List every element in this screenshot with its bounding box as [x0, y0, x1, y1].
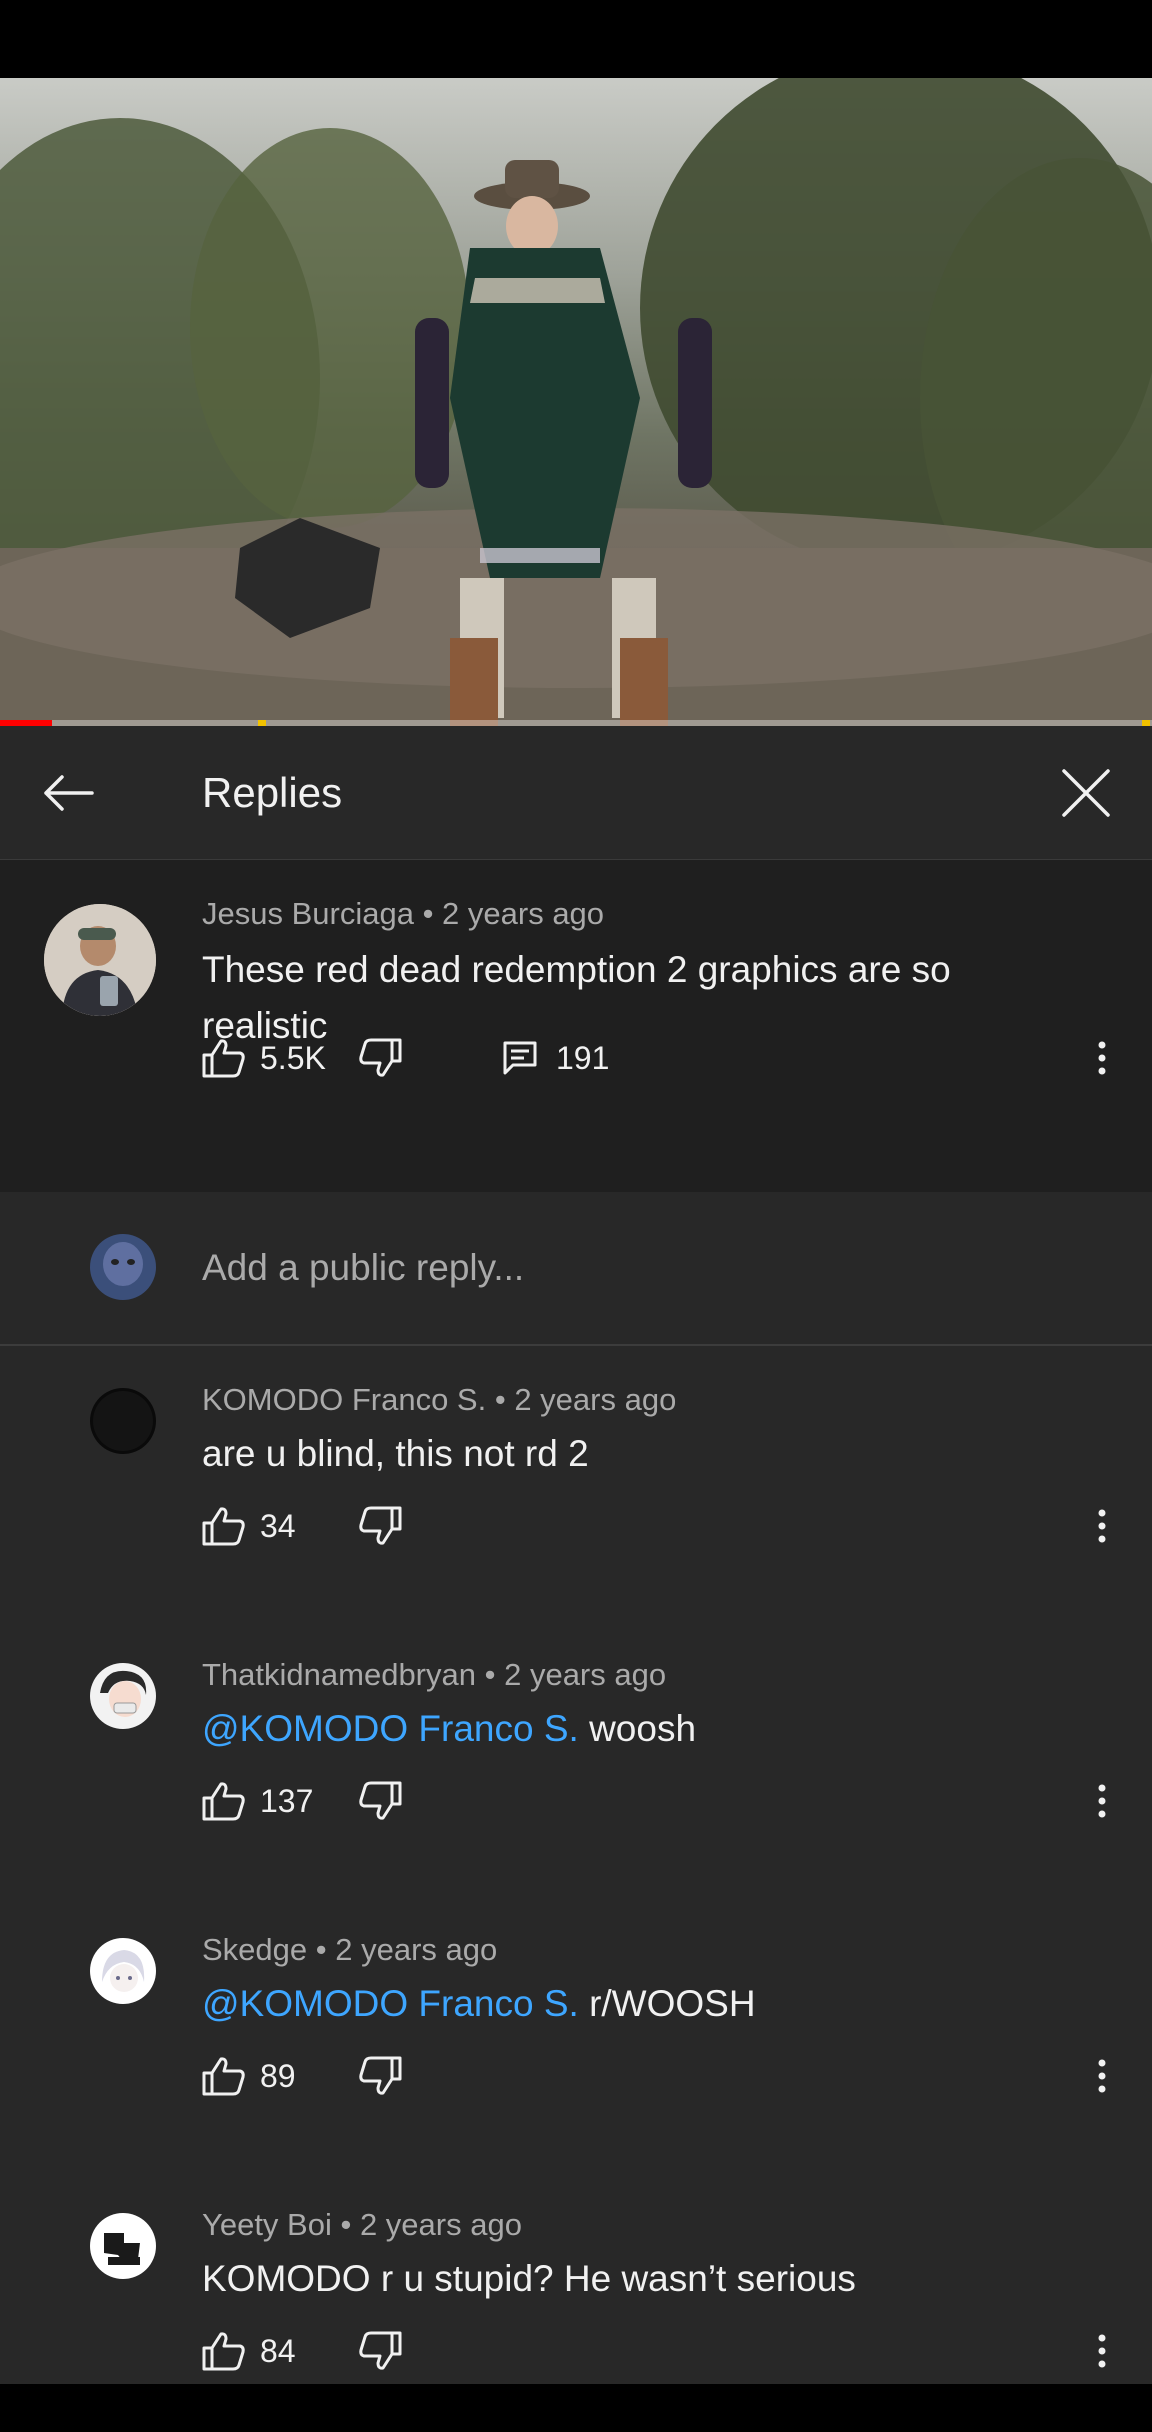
- reply-text-line: @KOMODO Franco S. r/WOOSH: [202, 1976, 1102, 2032]
- dislike-button[interactable]: [358, 2323, 402, 2379]
- like-button[interactable]: 137: [202, 1773, 313, 1829]
- more-vertical-icon: [1097, 1784, 1107, 1818]
- thumbs-down-icon: [358, 1506, 402, 1546]
- reply-text-line: KOMODO r u stupid? He wasn’t serious: [202, 2251, 1102, 2307]
- reply-text-line: @KOMODO Franco S. woosh: [202, 1701, 1102, 1757]
- reply-text-line: are u blind, this not rd 2: [202, 1426, 1102, 1482]
- reply-item: Thatkidnamedbryan • 2 years ago @KOMODO …: [0, 1621, 1152, 1896]
- video-player[interactable]: [0, 78, 1152, 726]
- more-options-button[interactable]: [1084, 2048, 1120, 2104]
- comment-icon: [502, 1040, 538, 1076]
- reply-author[interactable]: Thatkidnamedbryan: [202, 1657, 476, 1692]
- reply-text: r/WOOSH: [578, 1983, 756, 2024]
- like-count: 34: [260, 1507, 296, 1544]
- thumbs-down-icon: [358, 2056, 402, 2096]
- video-frame: [0, 78, 1152, 726]
- like-count: 137: [260, 1782, 314, 1819]
- meta-separator: •: [307, 1932, 336, 1967]
- panel-header: Replies: [0, 726, 1152, 860]
- reply-meta: Thatkidnamedbryan • 2 years ago: [202, 1655, 666, 1695]
- add-reply-box[interactable]: Add a public reply...: [0, 1192, 1152, 1346]
- panel-title: Replies: [202, 769, 343, 816]
- reply-author[interactable]: KOMODO Franco S.: [202, 1382, 486, 1417]
- reply-text: woosh: [578, 1708, 697, 1749]
- avatar[interactable]: [90, 1388, 156, 1454]
- thumbs-down-icon: [358, 1038, 402, 1078]
- dislike-button[interactable]: [358, 1498, 402, 1554]
- dislike-button[interactable]: [358, 1773, 402, 1829]
- reply-text: KOMODO r u stupid? He wasn’t serious: [202, 2258, 856, 2299]
- reply-author[interactable]: Skedge: [202, 1932, 307, 1967]
- reply-age: 2 years ago: [504, 1657, 667, 1692]
- avatar[interactable]: [44, 904, 156, 1016]
- thumbs-up-icon: [202, 2331, 246, 2371]
- close-icon: [1061, 768, 1111, 818]
- avatar[interactable]: [90, 2213, 156, 2279]
- more-vertical-icon: [1097, 2334, 1107, 2368]
- like-button[interactable]: 89: [202, 2048, 296, 2104]
- comment-text: These red dead redemption 2 graphics are…: [202, 949, 951, 1046]
- more-vertical-icon: [1097, 2059, 1107, 2093]
- like-count: 84: [260, 2332, 296, 2369]
- thumbs-up-icon: [202, 1506, 246, 1546]
- avatar[interactable]: [90, 1663, 156, 1729]
- thumbs-up-icon: [202, 1781, 246, 1821]
- reply-item: Yeety Boi • 2 years ago KOMODO r u stupi…: [0, 2171, 1152, 2384]
- reply-item: Skedge • 2 years ago @KOMODO Franco S. r…: [0, 1896, 1152, 2171]
- thumbs-down-icon: [358, 1781, 402, 1821]
- parent-comment: Jesus Burciaga • 2 years ago These red d…: [0, 860, 1152, 1192]
- like-button[interactable]: 5.5K: [202, 1030, 326, 1086]
- comment-age: 2 years ago: [442, 896, 605, 931]
- like-button[interactable]: 34: [202, 1498, 296, 1554]
- like-count: 5.5K: [260, 1039, 326, 1076]
- reply-meta: KOMODO Franco S. • 2 years ago: [202, 1380, 676, 1420]
- dislike-button[interactable]: [358, 2048, 402, 2104]
- more-vertical-icon: [1097, 1041, 1107, 1075]
- more-options-button[interactable]: [1084, 1498, 1120, 1554]
- reply-count: 191: [556, 1039, 610, 1076]
- system-nav-bar: [0, 2384, 1152, 2432]
- reply-input[interactable]: Add a public reply...: [202, 1244, 524, 1292]
- reply-age: 2 years ago: [359, 2207, 522, 2242]
- reply-item: KOMODO Franco S. • 2 years ago are u bli…: [0, 1346, 1152, 1621]
- reply-age: 2 years ago: [335, 1932, 498, 1967]
- close-button[interactable]: [1048, 763, 1124, 823]
- arrow-left-icon: [42, 773, 94, 813]
- meta-separator: •: [413, 896, 443, 931]
- more-options-button[interactable]: [1084, 1773, 1120, 1829]
- meta-separator: •: [486, 1382, 515, 1417]
- comment-meta: Jesus Burciaga • 2 years ago: [202, 894, 604, 934]
- like-button[interactable]: 84: [202, 2323, 296, 2379]
- more-vertical-icon: [1097, 1509, 1107, 1543]
- replies-panel: Replies Jesus Burciaga • 2 years ago The…: [0, 726, 1152, 2384]
- reply-mention[interactable]: @KOMODO Franco S.: [202, 1983, 579, 2024]
- thumbs-down-icon: [358, 2331, 402, 2371]
- back-button[interactable]: [30, 763, 106, 823]
- screen: Replies Jesus Burciaga • 2 years ago The…: [0, 0, 1152, 2432]
- dislike-button[interactable]: [358, 1030, 402, 1086]
- thumbs-up-icon: [202, 1038, 246, 1078]
- user-avatar: [90, 1234, 156, 1300]
- comment-author[interactable]: Jesus Burciaga: [202, 896, 414, 931]
- like-count: 89: [260, 2057, 296, 2094]
- replies-button[interactable]: 191: [502, 1030, 609, 1086]
- reply-meta: Yeety Boi • 2 years ago: [202, 2205, 522, 2245]
- meta-separator: •: [476, 1657, 505, 1692]
- thumbs-up-icon: [202, 2056, 246, 2096]
- reply-meta: Skedge • 2 years ago: [202, 1930, 497, 1970]
- reply-mention[interactable]: @KOMODO Franco S.: [202, 1708, 579, 1749]
- reply-author[interactable]: Yeety Boi: [202, 2207, 332, 2242]
- more-options-button[interactable]: [1084, 2323, 1120, 2379]
- reply-age: 2 years ago: [514, 1382, 677, 1417]
- more-options-button[interactable]: [1084, 1030, 1120, 1086]
- avatar[interactable]: [90, 1938, 156, 2004]
- reply-text: are u blind, this not rd 2: [202, 1433, 589, 1474]
- meta-separator: •: [331, 2207, 360, 2242]
